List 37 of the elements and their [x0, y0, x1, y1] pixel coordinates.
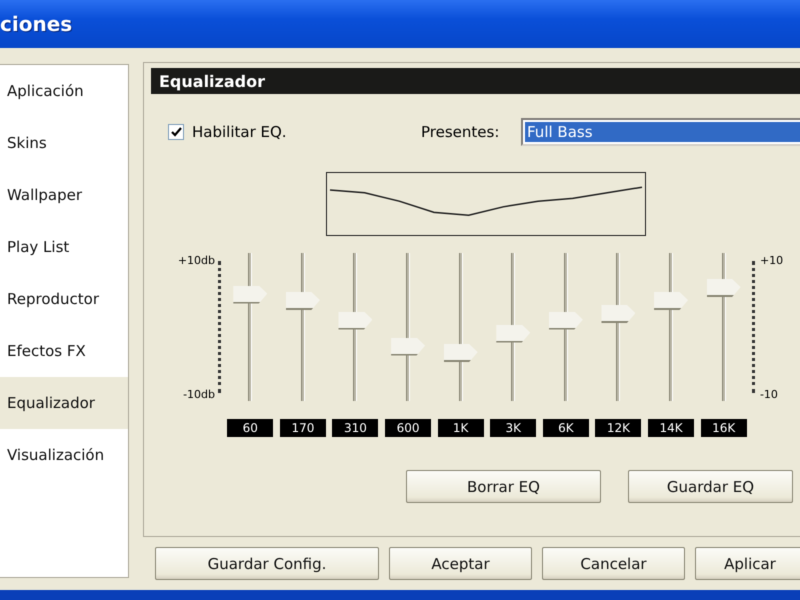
scale-label: +10: [760, 254, 784, 267]
enable-checkbox[interactable]: [168, 124, 184, 140]
slider-thumb[interactable]: [233, 286, 268, 304]
scale-label: +10db: [178, 254, 215, 267]
dialog-button[interactable]: Guardar Config.: [155, 547, 379, 580]
band-label: 310: [332, 419, 378, 437]
sidebar-item[interactable]: Equalizador: [0, 377, 128, 429]
band-label: 16K: [700, 419, 747, 437]
band-label: 1K: [438, 419, 484, 437]
slider-thumb[interactable]: [444, 344, 478, 362]
dialog-button[interactable]: Cancelar: [542, 547, 685, 580]
band-label: 600: [385, 419, 432, 437]
slider-thumb[interactable]: [654, 292, 688, 310]
eq-button[interactable]: Borrar EQ: [406, 470, 601, 503]
slider-thumb[interactable]: [496, 324, 530, 342]
checkbox-label: Habilitar EQ.: [192, 123, 287, 141]
presets-dropdown[interactable]: Full Bass: [521, 118, 800, 146]
scale-label: -10: [760, 388, 778, 401]
scale-label: -10db: [183, 388, 215, 401]
eq-button[interactable]: Guardar EQ: [628, 470, 793, 503]
band-label: 12K: [595, 419, 642, 437]
window-title: ciones: [0, 0, 800, 48]
band-label: 14K: [648, 419, 694, 437]
slider-thumb[interactable]: [391, 338, 426, 356]
band-label: 6K: [542, 419, 589, 437]
dialog-button[interactable]: Aplicar: [695, 547, 800, 580]
band-label: 60: [227, 419, 274, 437]
section-header: Equalizador: [151, 68, 800, 94]
presets-label: Presentes:: [421, 123, 500, 141]
slider-thumb[interactable]: [706, 279, 741, 297]
band-label: 170: [280, 419, 326, 437]
band-label: 3K: [490, 419, 536, 437]
dialog-button[interactable]: Aceptar: [389, 547, 532, 580]
slider-thumb[interactable]: [601, 305, 636, 323]
slider-thumb[interactable]: [338, 312, 372, 330]
slider-thumb[interactable]: [548, 312, 583, 330]
slider-thumb[interactable]: [286, 292, 320, 310]
